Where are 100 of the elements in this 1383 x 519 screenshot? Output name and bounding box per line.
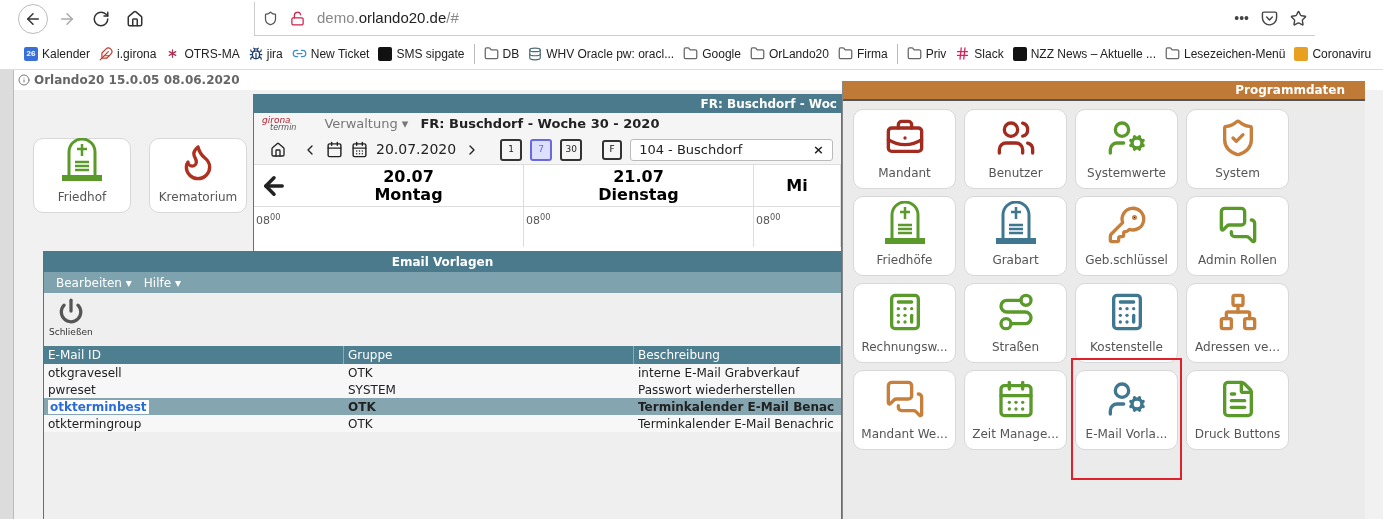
program-tile[interactable]: Grabart (964, 196, 1067, 276)
bookmark-link[interactable]: Slack (974, 44, 1004, 63)
arrow-right-icon (58, 10, 76, 28)
panel-title: Programmdaten (1235, 82, 1345, 99)
pocket-icon[interactable] (1261, 10, 1278, 27)
calendar-heading: FR: Buschdorf - Woche 30 - 2020 (420, 115, 660, 134)
table-cell-text: SYSTEM (347, 381, 397, 399)
weekday: Mi (786, 176, 808, 195)
menu-button[interactable]: Verwaltung ▾ (324, 114, 409, 134)
power-icon (57, 298, 84, 324)
view-tab[interactable]: 1 (500, 138, 523, 161)
bookmark-star-icon[interactable] (1290, 10, 1307, 27)
table-cell-text: otktermingroup (47, 415, 143, 433)
view-tab[interactable]: 7 (530, 138, 553, 161)
program-tile[interactable]: Zeit Manage... (964, 370, 1067, 450)
calendar-icon[interactable] (326, 141, 343, 158)
hash-icon (955, 46, 971, 61)
program-tile[interactable]: Mandant (853, 109, 956, 189)
home-icon[interactable] (270, 141, 286, 158)
window-title: FR: Buschdorf - Woc (700, 96, 837, 113)
window-title: Email Vorlagen (391, 254, 494, 271)
folder-icon (1165, 46, 1180, 61)
url-field[interactable]: demo.orlando20.de/# ••• (254, 2, 1315, 36)
logo: girona termin (262, 116, 297, 132)
day-date: 20.07 (383, 167, 434, 186)
table-cell-text: pwreset (47, 381, 97, 399)
program-tile[interactable]: Geb.schlüssel (1075, 196, 1178, 276)
time-label: 08$^{00}$ (526, 214, 551, 227)
table-cell-text: OTK (347, 398, 377, 416)
weekday: Dienstag (598, 185, 679, 204)
program-tile[interactable]: Friedhof (33, 138, 131, 213)
program-tile[interactable]: E-Mail Vorla... (1075, 370, 1178, 450)
bookmark-link[interactable]: New Ticket (310, 44, 370, 63)
url-text: demo.orlando20.de/# (317, 8, 459, 29)
weekday: Montag (374, 185, 443, 204)
day-date: 21.07 (613, 167, 664, 186)
program-tile[interactable]: Straßen (964, 283, 1067, 363)
square-icon (1294, 46, 1309, 61)
bookmark-link[interactable]: OrLando20 (768, 44, 829, 63)
database-icon (528, 46, 543, 61)
shield-icon (263, 11, 278, 26)
view-tab[interactable]: 30 (560, 138, 583, 161)
bookmark-link[interactable]: jira (266, 44, 283, 63)
table-cell-text: Passwort wiederherstellen (637, 381, 797, 399)
app-version: Orlando20 15.0.05 08.06.2020 (34, 72, 240, 89)
bookmark-link[interactable]: DB (502, 44, 520, 63)
bookmark-link[interactable]: Google (702, 44, 741, 63)
square-icon (378, 46, 393, 61)
insecure-lock-icon (290, 11, 305, 26)
bookmark-link[interactable]: Firma (856, 44, 888, 63)
program-tile[interactable]: Friedhöfe (853, 196, 956, 276)
program-tile[interactable]: Benutzer (964, 109, 1067, 189)
bookmark-link[interactable]: Kalender (42, 44, 91, 63)
table-cell-text: Terminkalender E-Mail Benachric (637, 415, 835, 433)
table-cell-text: Terminkalender E-Mail Benac (637, 398, 836, 416)
time-label: 08$^{00}$ (256, 214, 281, 227)
table-cell-text: OTK (347, 415, 374, 433)
folder-icon (683, 46, 699, 61)
calendar-grid-icon[interactable] (351, 141, 368, 158)
program-tile[interactable]: System (1186, 109, 1289, 189)
program-tile[interactable]: Mandant We... (853, 370, 956, 450)
location-select[interactable]: 104 - Buschdorf × (630, 138, 833, 161)
table-cell-text: OTK (347, 364, 374, 382)
program-tile[interactable]: Systemwerte (1075, 109, 1178, 189)
time-label: 08$^{00}$ (756, 214, 781, 227)
bookmark-link[interactable]: WHV Oracle pw: oracl... (546, 44, 675, 63)
table-cell-text: otkterminbest (47, 398, 150, 416)
bookmark-link[interactable]: Priv (925, 44, 947, 63)
column-header[interactable]: Gruppe (344, 345, 634, 364)
more-button[interactable]: ••• (1234, 8, 1249, 29)
feather-icon (99, 46, 114, 61)
table-cell-text: otkgravesell (47, 364, 123, 382)
bookmark-link[interactable]: Lesezeichen-Menü (1184, 44, 1286, 63)
bookmark-link[interactable]: NZZ News – Aktuelle ... (1030, 44, 1156, 63)
folder-icon (837, 46, 853, 61)
program-tile[interactable]: Rechnungsw... (853, 283, 956, 363)
program-tile[interactable]: Druck Buttons (1186, 370, 1289, 450)
folder-icon (483, 46, 499, 61)
close-button[interactable]: Schließen (49, 298, 93, 340)
calendar-icon: 26 (24, 46, 38, 61)
reload-icon (92, 10, 110, 28)
program-tile[interactable]: Kostenstelle (1075, 283, 1178, 363)
bug-icon (248, 46, 263, 61)
column-header[interactable]: Beschreibung (634, 345, 841, 364)
folder-icon (906, 46, 922, 61)
bookmark-link[interactable]: OTRS-MA (184, 44, 240, 63)
bookmark-link[interactable]: i.girona (117, 44, 157, 63)
filter-button[interactable]: F (602, 139, 623, 160)
program-tile[interactable]: Krematorium (149, 138, 247, 213)
program-tile[interactable]: Adressen ve... (1186, 283, 1289, 363)
column-header[interactable]: E-Mail ID (44, 345, 344, 364)
bookmark-link[interactable]: Coronaviru (1312, 44, 1372, 63)
table-cell-text: interne E-Mail Grabverkauf (637, 364, 801, 382)
folder-icon (749, 46, 765, 61)
bookmark-link[interactable]: SMS sipgate (396, 44, 465, 63)
square-icon (1012, 46, 1027, 61)
program-tile[interactable]: Admin Rollen (1186, 196, 1289, 276)
home-icon (126, 10, 144, 28)
info-icon (18, 74, 30, 86)
tombstone-icon (59, 138, 105, 182)
